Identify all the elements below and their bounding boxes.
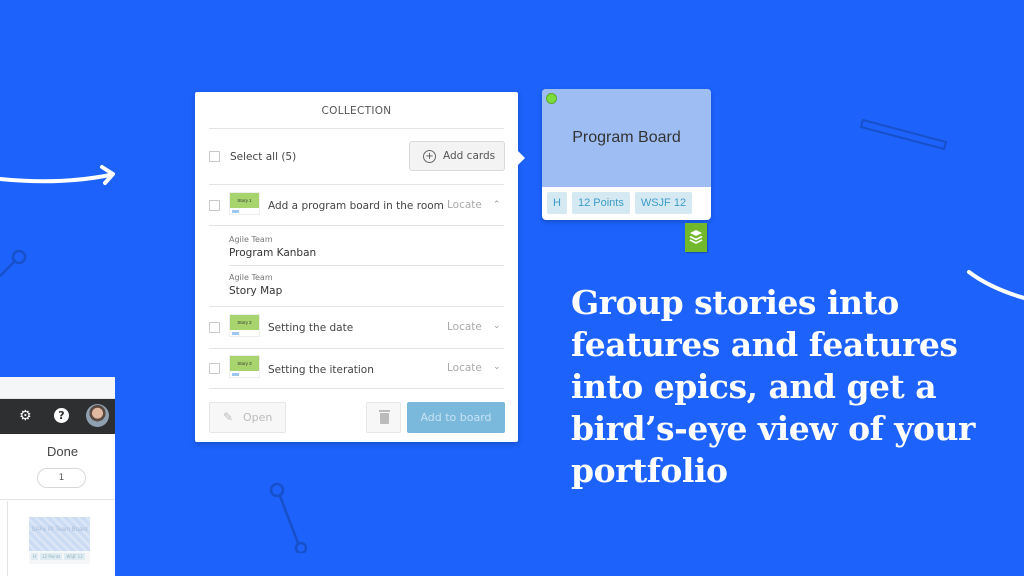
item-title: Setting the iteration — [268, 364, 374, 376]
column-header-done: Done 1 — [0, 434, 115, 500]
story-thumbnail: Story 2 — [229, 314, 260, 337]
card-tags: H 12 Points WSJF 12 — [547, 192, 693, 214]
browser-strip — [0, 377, 115, 399]
collection-panel: COLLECTION Select all (5) + Add cards St… — [195, 92, 525, 442]
divider — [209, 388, 504, 389]
detail-label: Agile Team — [229, 273, 273, 282]
app-window-fragment: ⚙ ? Done 1 SAFe PI Team Board H 12 Points… — [0, 377, 115, 576]
add-to-board-button[interactable]: Add to board — [407, 402, 505, 433]
mini-card-title: SAFe PI Team Board — [29, 517, 90, 551]
help-icon[interactable]: ? — [54, 408, 69, 423]
panel-title: COLLECTION — [321, 105, 392, 117]
detail-value: Story Map — [229, 285, 283, 297]
layers-icon — [689, 230, 703, 244]
item-title: Setting the date — [268, 322, 354, 334]
divider — [209, 128, 504, 129]
layers-button[interactable] — [685, 223, 707, 252]
detail-label: Agile Team — [229, 235, 273, 244]
divider — [229, 265, 504, 266]
open-button[interactable]: ✎ Open — [209, 402, 286, 433]
divider — [209, 184, 504, 185]
chevron-down-icon[interactable]: ⌄ — [493, 321, 501, 331]
panel-pointer — [517, 150, 525, 166]
headline: Group stories into features and features… — [571, 283, 975, 490]
locate-link[interactable]: Locate — [447, 199, 482, 211]
connector-decoration-bottom — [269, 482, 308, 553]
column-title: Done — [47, 444, 79, 459]
story-thumbnail: Story 3 — [229, 355, 260, 378]
mini-card[interactable]: SAFe PI Team Board H 12 Points WSJF 12 — [29, 517, 90, 564]
program-board-card[interactable]: Program Board H 12 Points WSJF 12 — [542, 89, 711, 220]
pencil-icon: ✎ — [223, 410, 234, 424]
open-label: Open — [243, 411, 273, 424]
locate-link[interactable]: Locate — [447, 362, 482, 374]
tag-points: 12 Points — [571, 192, 630, 214]
card-title: Program Board — [572, 129, 681, 146]
tag-wsjf: WSJF 12 — [634, 192, 693, 214]
chevron-down-icon[interactable]: ⌄ — [493, 362, 501, 372]
item-title: Add a program board in the room — [268, 200, 444, 212]
story-thumbnail: Story 1 — [229, 192, 260, 215]
thumb-label: Story 2 — [230, 315, 259, 330]
gear-icon[interactable]: ⚙ — [19, 408, 32, 424]
plus-circle-icon: + — [423, 150, 436, 163]
add-cards-button[interactable]: + Add cards — [409, 141, 505, 171]
chevron-up-icon[interactable]: ⌃ — [493, 200, 501, 210]
item-checkbox[interactable] — [209, 363, 220, 374]
thumb-label: Story 1 — [230, 193, 259, 208]
select-all-checkbox[interactable] — [209, 151, 220, 162]
add-cards-label: Add cards — [443, 150, 496, 162]
item-checkbox[interactable] — [209, 200, 220, 211]
delete-button[interactable] — [366, 402, 401, 433]
app-toolbar: ⚙ ? — [0, 399, 115, 434]
tag-priority: H — [547, 192, 567, 214]
column-count-badge: 1 — [37, 468, 86, 488]
divider — [209, 225, 504, 226]
thumb-label: Story 3 — [230, 356, 259, 371]
locate-link[interactable]: Locate — [447, 321, 482, 333]
hand-drawn-arrow-decoration — [0, 165, 115, 185]
divider — [209, 306, 504, 307]
select-all-label: Select all (5) — [230, 151, 297, 163]
connector-decoration-left — [0, 249, 27, 277]
detail-value: Program Kanban — [229, 247, 317, 259]
item-checkbox[interactable] — [209, 322, 220, 333]
mini-card-tags: H 12 Points WSJF 12 — [31, 553, 85, 560]
trash-icon — [379, 410, 390, 412]
status-dot — [546, 93, 557, 104]
divider — [209, 348, 504, 349]
avatar[interactable] — [86, 404, 109, 427]
column-divider — [7, 501, 8, 576]
rectangle-decoration — [859, 118, 948, 151]
